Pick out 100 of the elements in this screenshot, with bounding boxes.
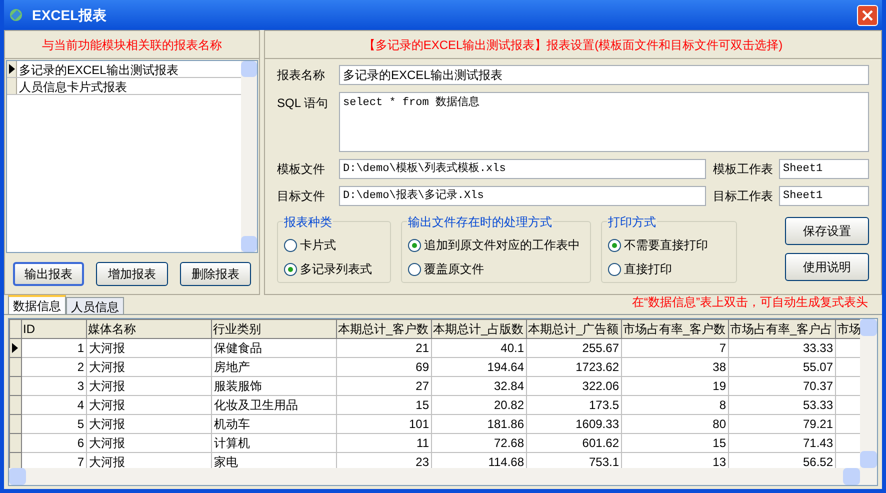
button[interactable]: 删除报表 [180,262,251,286]
table-cell: 15 [712,436,726,450]
radio-option[interactable]: 覆盖原文件 [408,260,584,278]
table-cell: 72.68 [494,436,524,450]
table-cell: 27 [416,379,429,393]
radio-button[interactable] [408,262,421,276]
radio-button[interactable] [608,238,621,252]
table-cell: 7 [719,341,726,355]
radio-button[interactable] [284,262,297,276]
column-header[interactable]: 市场占有率_客户数 [622,320,728,338]
column-header[interactable]: 本期总计_广告额 [526,320,622,338]
tab[interactable]: 人员信息 [66,297,124,314]
radio-button[interactable] [408,238,421,252]
button[interactable]: 使用说明 [785,253,869,281]
table-cell: 19 [712,379,726,393]
column-header[interactable]: 市场占有率_客户占 [728,320,836,338]
close-button[interactable] [857,4,878,26]
field-label: 模板文件 [277,161,326,178]
input-field[interactable]: Sheet1 [779,186,869,206]
table-cell: 33.33 [802,341,833,355]
table-cell: 5 [77,417,84,431]
table-cell: 114.68 [488,455,524,468]
table-cell: 保健食品 [214,341,262,355]
field-label: 目标文件 [277,188,326,205]
group-title: 报表种类 [283,213,333,231]
vertical-scrollbar[interactable] [860,319,877,468]
input-field[interactable]: 多记录的EXCEL输出测试报表 [339,65,869,85]
group-title: 输出文件存在时的处理方式 [407,213,553,231]
group-title: 打印方式 [607,213,657,231]
table-cell: 大河报 [89,436,125,450]
radio-option[interactable]: 追加到原文件对应的工作表中 [408,236,584,254]
table-cell: 40.1 [500,341,524,355]
tab[interactable]: 数据信息 [8,295,66,314]
window-title: EXCEL报表 [32,6,108,24]
table-cell: 8 [719,398,726,412]
list-item[interactable]: 人员信息卡片式报表 [17,78,241,94]
radio-button[interactable] [284,238,297,252]
button[interactable]: 增加报表 [96,262,168,286]
table-cell: 53.33 [802,398,833,412]
panel-heading: 【多记录的EXCEL输出测试报表】报表设置(模板面文件和目标文件可双击选择) [265,31,881,59]
input-field[interactable]: D:\demo\模板\列表式模板.xls [339,159,706,179]
row-header[interactable] [10,338,22,358]
table-cell: 大河报 [89,360,125,374]
table-cell: 101 [408,417,429,431]
input-field[interactable]: D:\demo\报表\多记录.Xls [339,186,706,206]
table-cell: 20.82 [494,398,524,412]
radio-option[interactable]: 直接打印 [608,260,730,278]
column-header[interactable]: ID [22,320,86,338]
table-cell: 1609.33 [576,417,619,431]
table-cell: 13 [712,455,726,468]
table-cell: 23 [416,455,429,468]
table-cell: 服装服饰 [214,379,262,393]
table-cell: 大河报 [89,455,125,468]
radio-option[interactable]: 不需要直接打印 [608,236,730,254]
table-cell: 38 [712,360,726,374]
radio-button[interactable] [608,262,621,276]
button[interactable]: 输出报表 [13,262,84,286]
table-cell: 173.5 [588,398,619,412]
table-cell: 3 [77,379,84,393]
panel-heading: 与当前功能模块相关联的报表名称 [5,31,259,59]
table-cell: 753.1 [588,455,619,468]
table-cell: 255.67 [582,341,619,355]
field-label: SQL 语句 [277,95,329,112]
horizontal-scrollbar[interactable] [9,468,877,485]
vertical-scrollbar[interactable] [241,61,257,252]
list-item[interactable]: 多记录的EXCEL输出测试报表 [17,61,241,77]
input-field[interactable]: select * from 数据信息 [339,92,869,152]
field-label: 目标工作表 [713,188,773,205]
table-cell: 计算机 [214,436,250,450]
table-cell: 6 [77,436,84,450]
radio-option[interactable]: 卡片式 [284,236,384,254]
table-cell: 化妆及卫生用品 [214,398,298,412]
input-field[interactable]: Sheet1 [779,159,869,179]
column-header[interactable]: 本期总计_客户数 [336,320,432,338]
field-label: 模板工作表 [713,161,773,178]
table-cell: 55.07 [802,360,833,374]
hint-text: 在“数据信息”表上双击，可自动生成复式表头 [632,294,868,311]
table-cell: 大河报 [89,341,125,355]
table-cell: 181.86 [487,417,524,431]
table-cell: 15 [416,398,429,412]
column-header[interactable]: 媒体名称 [86,320,212,338]
column-header[interactable]: 行业类别 [212,320,336,338]
table-cell: 21 [416,341,429,355]
table-cell: 房地产 [214,360,250,374]
table-cell: 家电 [214,455,238,468]
table-cell: 69 [416,360,429,374]
table-cell: 大河报 [89,417,125,431]
table-cell: 32.84 [494,379,524,393]
table-cell: 80 [712,417,726,431]
button[interactable]: 保存设置 [785,217,869,245]
column-header[interactable]: 本期总计_占版数 [432,320,526,338]
table-cell: 70.37 [802,379,833,393]
table-cell: 大河报 [89,379,125,393]
table-cell: 194.64 [487,360,524,374]
table-cell: 1723.62 [576,360,619,374]
table-cell: 2 [77,360,84,374]
close-icon [862,10,873,20]
table-cell: 7 [77,455,84,468]
table-cell: 1 [77,341,84,355]
radio-option[interactable]: 多记录列表式 [284,260,384,278]
